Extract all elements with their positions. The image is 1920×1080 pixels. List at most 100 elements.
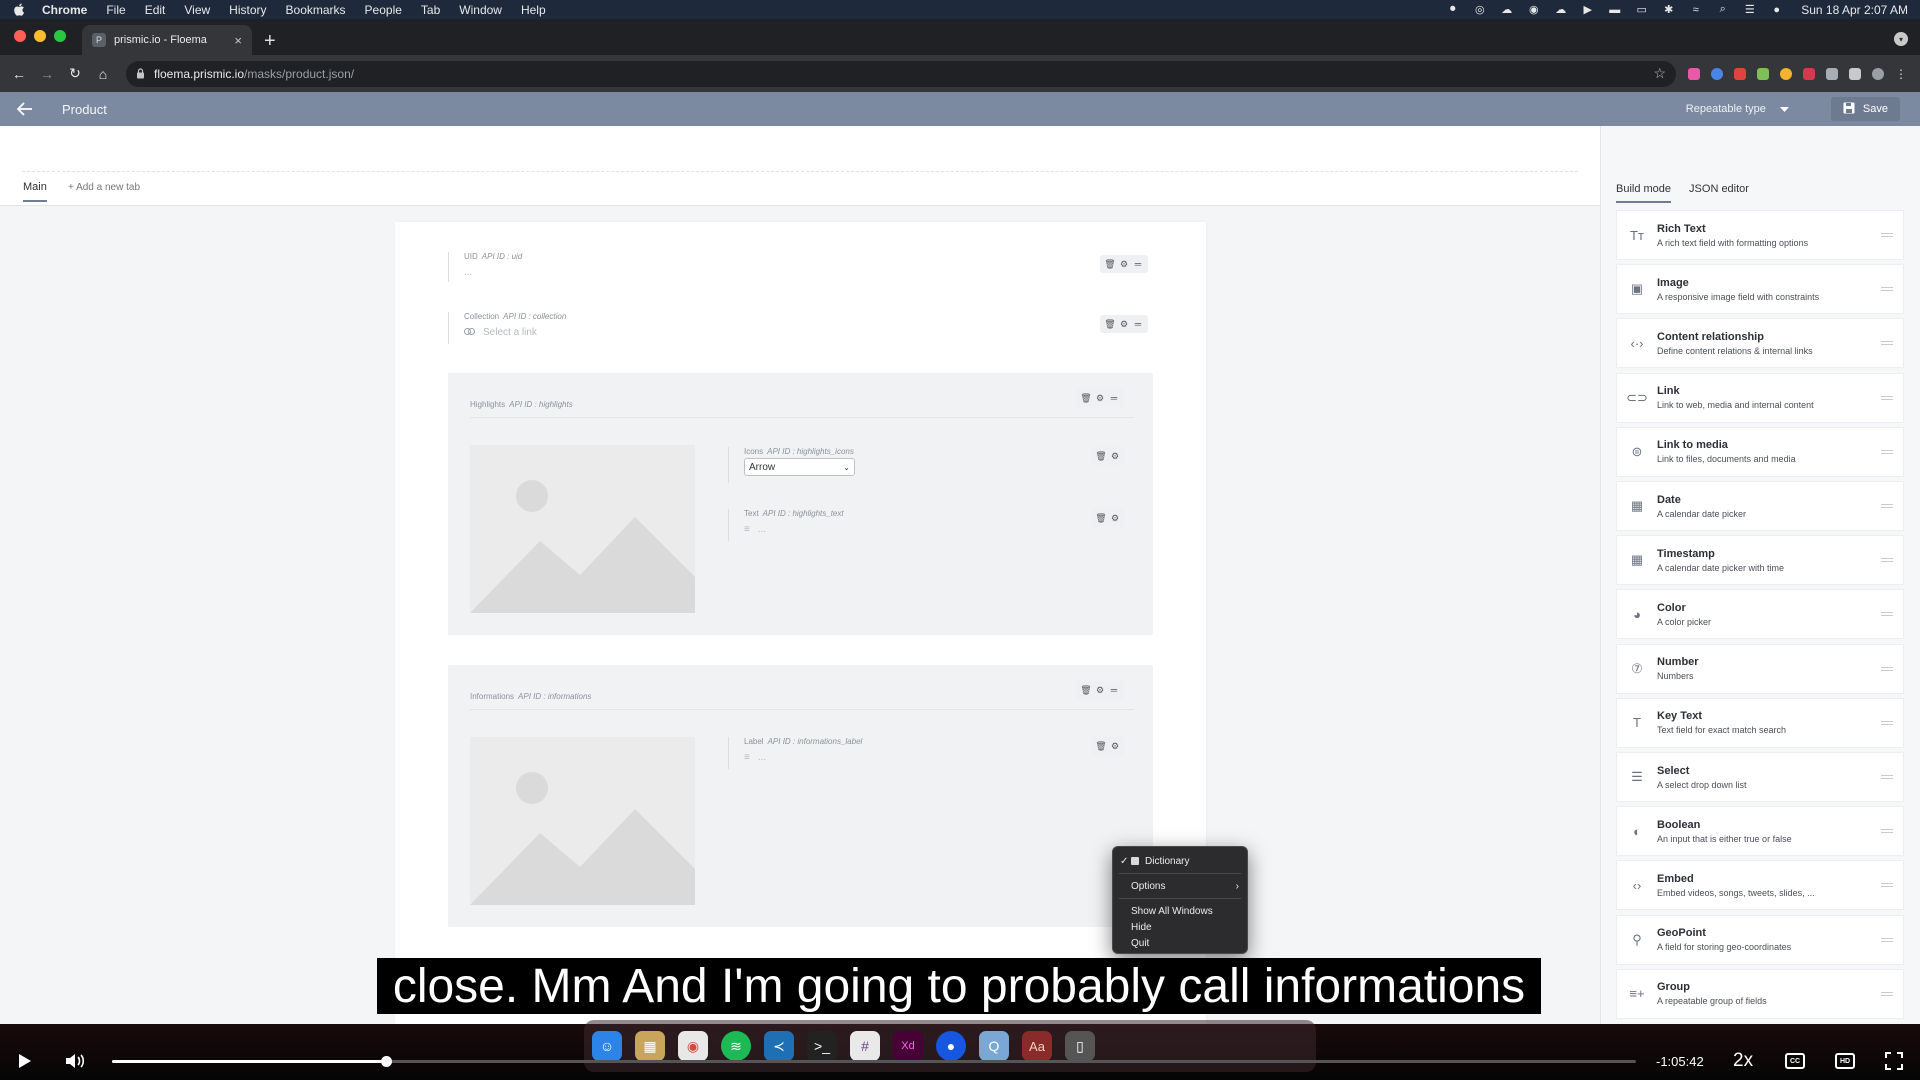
field-uid[interactable]: UID API ID : uid ...: [448, 252, 968, 282]
widget-image[interactable]: ▣ Image A responsive image field with cons…: [1616, 264, 1904, 315]
bluetooth-icon[interactable]: ✱: [1662, 4, 1675, 16]
menu-item-quit[interactable]: Quit: [1113, 935, 1247, 951]
cloud-icon[interactable]: ☁: [1500, 4, 1513, 16]
quicktime-icon[interactable]: Q: [979, 1031, 1009, 1061]
extension-icon[interactable]: [1734, 67, 1746, 80]
menu-window[interactable]: Window: [459, 3, 502, 17]
field-highlights-text[interactable]: Text API ID : highlights_text ≡...: [728, 509, 1018, 541]
adobe-xd-icon[interactable]: Xd: [893, 1031, 923, 1061]
gear-icon[interactable]: ⚙: [1096, 685, 1104, 695]
browser-tab[interactable]: P prismic.io - Floema ×: [82, 25, 252, 55]
gear-icon[interactable]: ⚙: [1111, 513, 1119, 523]
trash-icon[interactable]: 🗑: [1080, 393, 1091, 403]
trash-icon[interactable]: 🗑: [1080, 685, 1091, 695]
play-icon[interactable]: [16, 1052, 34, 1070]
gear-icon[interactable]: ⚙: [1096, 393, 1104, 403]
menu-edit[interactable]: Edit: [145, 3, 166, 17]
drag-handle-icon[interactable]: [1881, 991, 1893, 996]
widget-group[interactable]: ≡+ Group A repeatable group of fields: [1616, 968, 1904, 1019]
drag-handle-icon[interactable]: [1881, 558, 1893, 563]
menu-history[interactable]: History: [229, 3, 266, 17]
fullscreen-icon[interactable]: [1885, 1052, 1903, 1070]
group-informations[interactable]: Informations API ID : informations 🗑 ⚙ ═ …: [448, 665, 1153, 927]
launchpad-icon[interactable]: ▦: [635, 1031, 665, 1061]
menu-help[interactable]: Help: [521, 3, 546, 17]
drag-handle-icon[interactable]: ═: [1110, 393, 1118, 403]
finder-icon[interactable]: ☺: [592, 1031, 622, 1061]
circle-app-icon[interactable]: ◉: [1527, 4, 1540, 16]
widget-boolean[interactable]: ◐ Boolean An input that is either true or …: [1616, 806, 1904, 857]
trash-icon[interactable]: 🗑: [1095, 451, 1106, 461]
minimize-window-button[interactable]: [34, 30, 46, 42]
widget-link-to-media[interactable]: ⊜ Link to media Link to files, documents a…: [1616, 426, 1904, 477]
widget-timestamp[interactable]: ▦ Timestamp A calendar date picker with ti…: [1616, 535, 1904, 586]
tab-main[interactable]: Main: [23, 181, 47, 202]
apple-icon[interactable]: [12, 3, 26, 17]
tab-search-icon[interactable]: ▾: [1894, 32, 1908, 46]
creative-cloud-icon[interactable]: ◎: [1473, 4, 1486, 16]
extension-icon[interactable]: [1757, 67, 1769, 80]
trash-icon[interactable]: 🗑: [1095, 513, 1106, 523]
volume-icon[interactable]: [64, 1050, 86, 1072]
search-icon[interactable]: ⌕: [1716, 3, 1729, 15]
trash-icon[interactable]: 🗑: [1104, 319, 1115, 329]
type-selector[interactable]: Repeatable type: [1686, 103, 1789, 115]
playback-speed-button[interactable]: 2x: [1733, 1050, 1753, 1072]
screen-recorder-icon[interactable]: ●: [936, 1031, 966, 1061]
widget-rich-text[interactable]: Tᴛ Rich Text A rich text field with format…: [1616, 210, 1904, 260]
siri-icon[interactable]: ●: [1770, 4, 1783, 16]
trash-bin-icon[interactable]: ▯: [1065, 1031, 1095, 1061]
widget-content-relationship[interactable]: ‹·› Content relationship Define content re…: [1616, 318, 1904, 369]
extension-icon[interactable]: [1803, 67, 1815, 80]
chrome-icon[interactable]: ◉: [678, 1031, 708, 1061]
gear-icon[interactable]: ⚙: [1111, 451, 1119, 461]
more-icon[interactable]: ⋮: [1895, 68, 1907, 80]
drag-handle-icon[interactable]: [1881, 449, 1893, 454]
drag-handle-icon[interactable]: ═: [1134, 319, 1142, 329]
bookmark-star-icon[interactable]: ☆: [1653, 65, 1666, 82]
zoom-window-button[interactable]: [54, 30, 66, 42]
shield-icon[interactable]: [1826, 67, 1838, 80]
widget-geopoint[interactable]: ⚲ GeoPoint A field for storing geo-coordin…: [1616, 914, 1904, 965]
terminal-icon[interactable]: >_: [807, 1031, 837, 1061]
menu-item-dictionary[interactable]: ✓ Dictionary: [1113, 853, 1247, 869]
slack-icon[interactable]: #: [850, 1031, 880, 1061]
drag-handle-icon[interactable]: [1881, 233, 1893, 237]
wifi-off-icon[interactable]: ≈: [1689, 4, 1702, 16]
drag-handle-icon[interactable]: ═: [1134, 259, 1142, 269]
field-highlights-icons[interactable]: Icons API ID : highlights_icons Arrow ⌄: [728, 447, 1018, 483]
profile-avatar[interactable]: [1872, 67, 1884, 80]
drag-handle-icon[interactable]: [1881, 883, 1893, 888]
menu-view[interactable]: View: [184, 3, 210, 17]
drag-handle-icon[interactable]: [1881, 937, 1893, 942]
widget-embed[interactable]: ‹› Embed Embed videos, songs, tweets, slid…: [1616, 860, 1904, 911]
add-tab-button[interactable]: + Add a new tab: [68, 182, 140, 193]
menu-app-name[interactable]: Chrome: [42, 3, 87, 17]
close-window-button[interactable]: [14, 30, 26, 42]
address-bar[interactable]: floema.prismic.io /masks/product.json/ ☆: [126, 60, 1676, 87]
widget-color[interactable]: ◕ Color A color picker: [1616, 589, 1904, 640]
new-tab-icon[interactable]: +: [264, 31, 276, 51]
group-highlights[interactable]: Highlights API ID : highlights 🗑 ⚙ ═ Icon…: [448, 373, 1153, 635]
captions-button[interactable]: CC: [1785, 1053, 1805, 1069]
back-icon[interactable]: ←: [8, 63, 30, 85]
gear-icon[interactable]: ⚙: [1120, 259, 1128, 269]
vscode-icon[interactable]: ≺: [764, 1031, 794, 1061]
save-button[interactable]: Save: [1830, 97, 1900, 121]
puzzle-icon[interactable]: [1849, 67, 1861, 80]
menu-people[interactable]: People: [365, 3, 402, 17]
icons-select[interactable]: Arrow ⌄: [744, 458, 855, 476]
widget-link[interactable]: ⊂⊃ Link Link to web, media and internal co…: [1616, 372, 1904, 423]
widget-select[interactable]: ☰ Select A select drop down list: [1616, 752, 1904, 802]
spotify-icon[interactable]: ≋: [721, 1031, 751, 1061]
trash-icon[interactable]: 🗑: [1095, 741, 1106, 751]
extension-icon[interactable]: [1711, 67, 1723, 80]
drag-handle-icon[interactable]: [1881, 395, 1893, 400]
drag-handle-icon[interactable]: [1881, 612, 1893, 617]
widget-key-text[interactable]: T Key Text Text field for exact match sear…: [1616, 697, 1904, 748]
tab-json-editor[interactable]: JSON editor: [1689, 183, 1749, 203]
field-collection[interactable]: Collection API ID : collection Select a l…: [448, 312, 968, 344]
forward-icon[interactable]: →: [36, 63, 58, 85]
extension-icon[interactable]: [1780, 67, 1792, 80]
drag-handle-icon[interactable]: [1881, 504, 1893, 508]
